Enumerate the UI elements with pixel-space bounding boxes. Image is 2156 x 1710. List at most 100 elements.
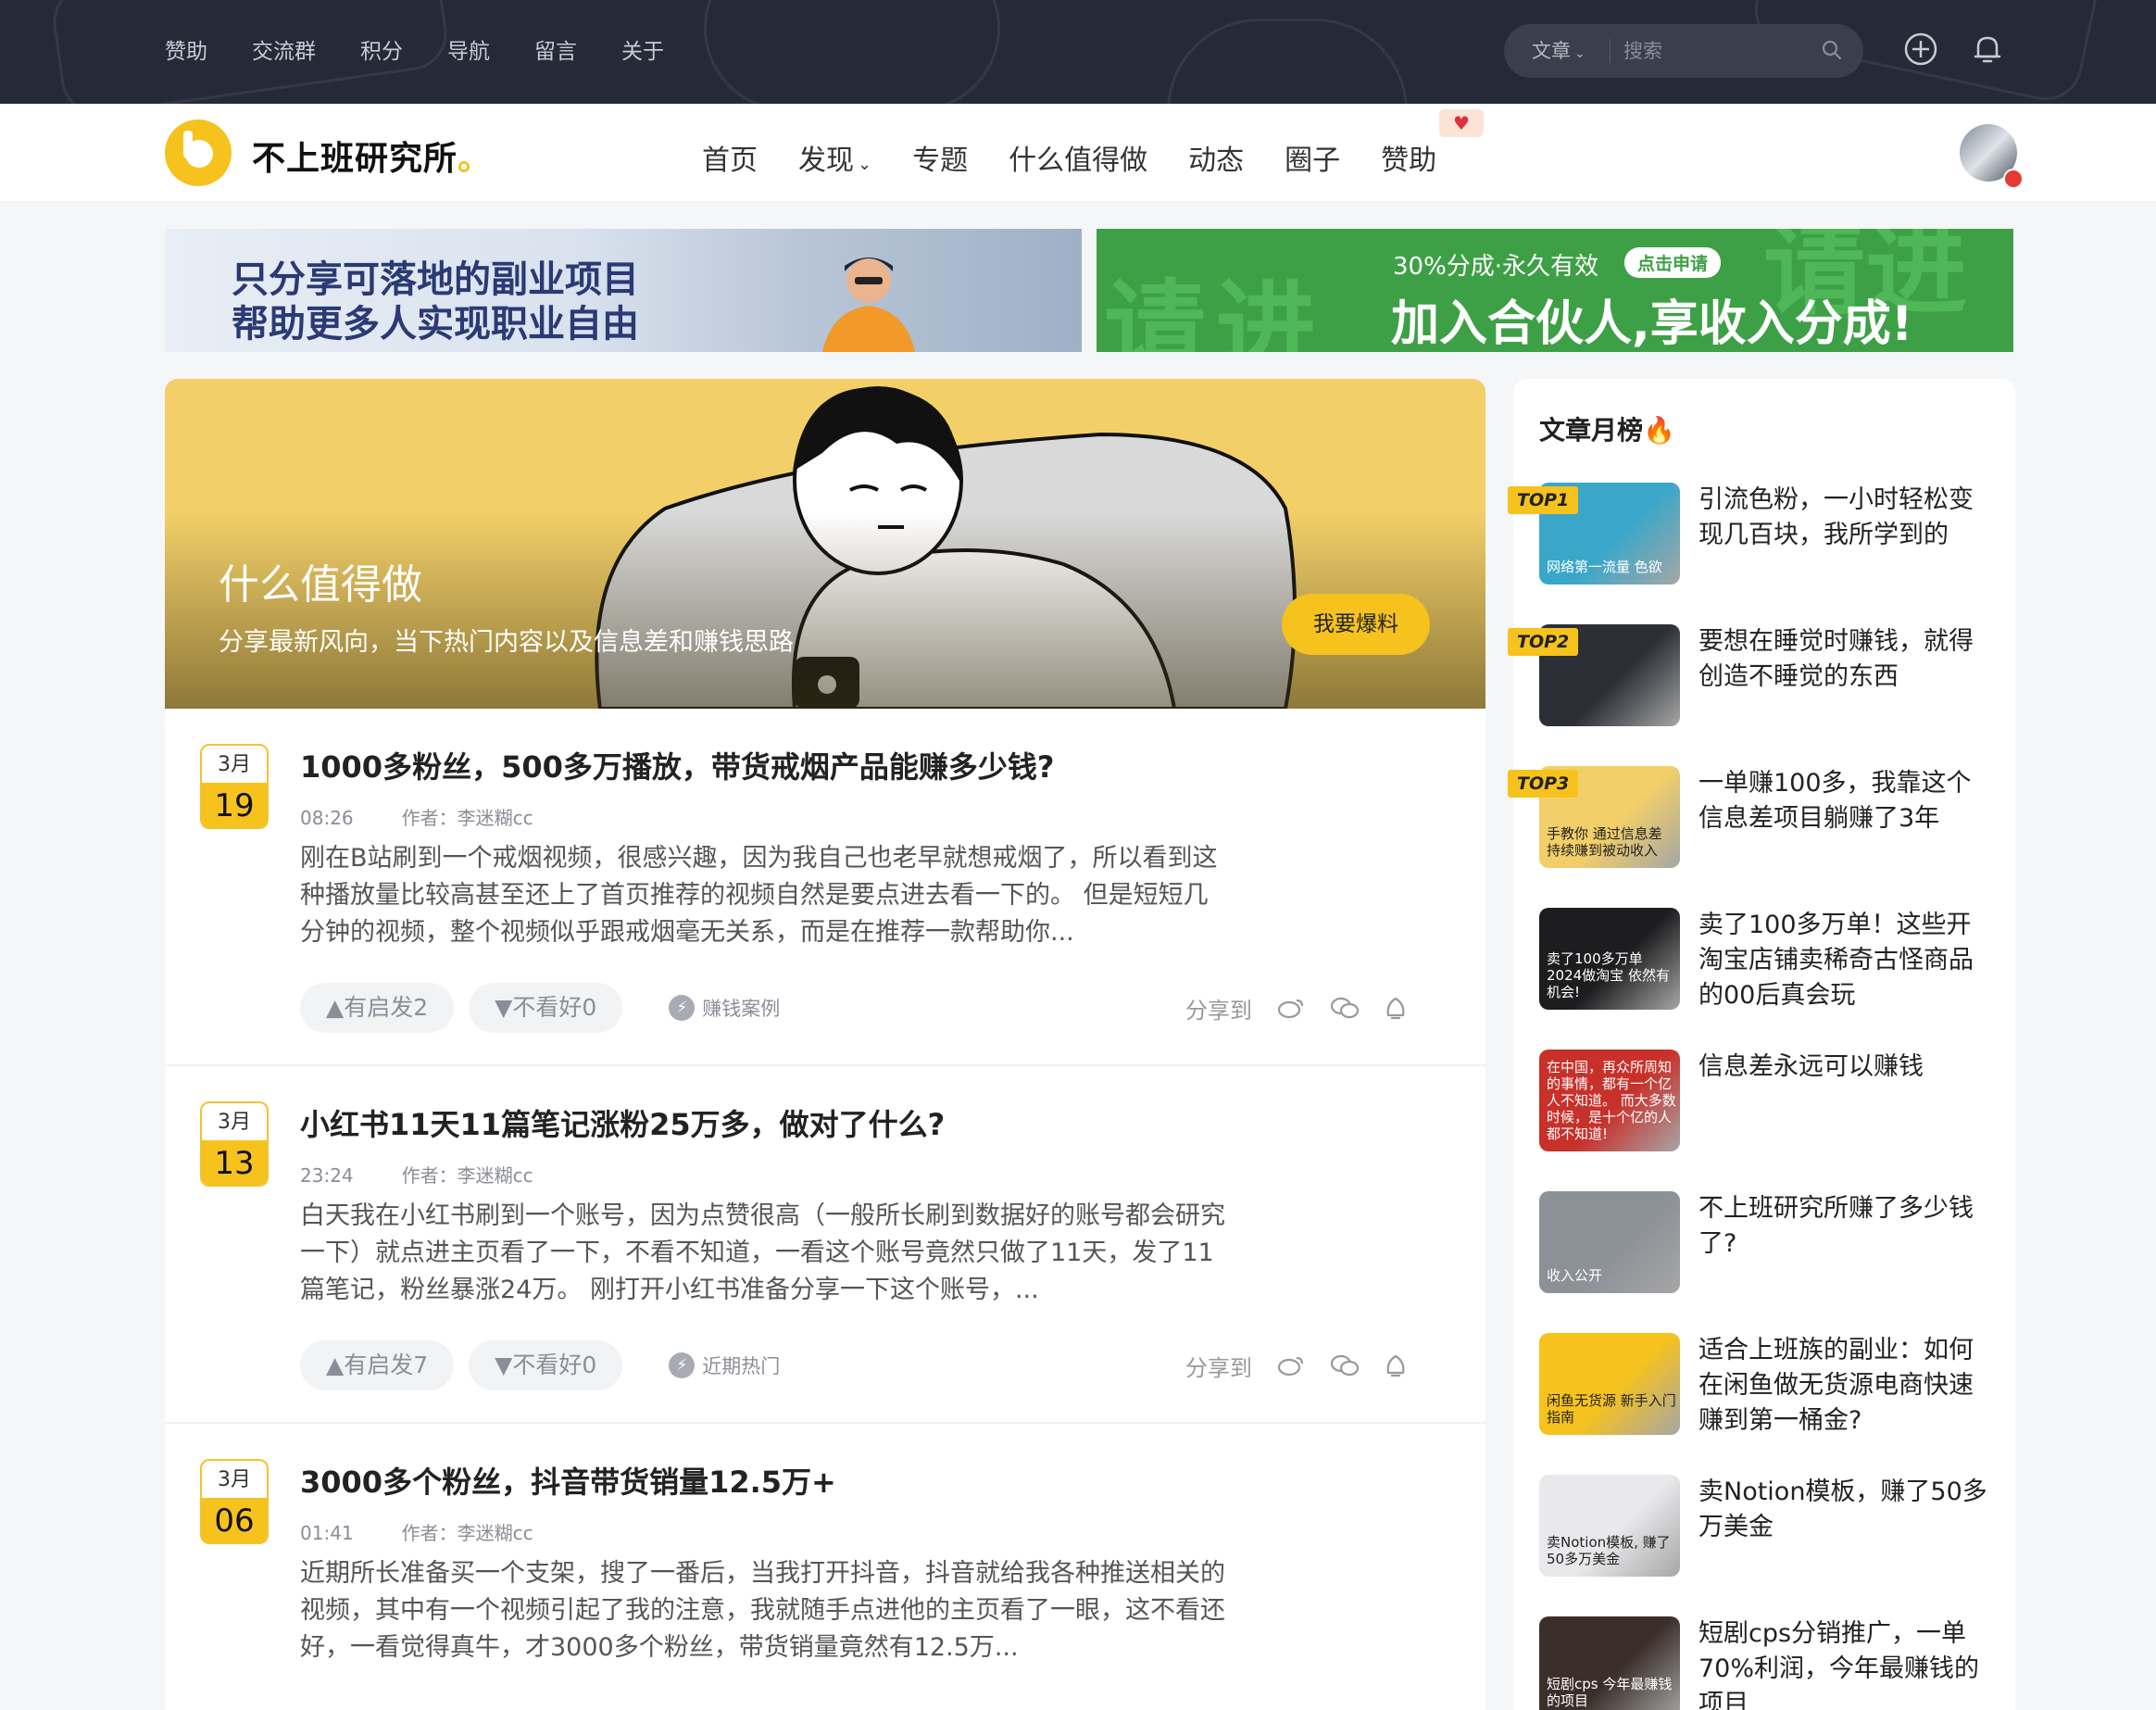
- nav-sponsor[interactable]: 赞助: [1381, 137, 1436, 178]
- search-category-label: 文章: [1532, 40, 1571, 62]
- rank-badge: TOP1: [1508, 486, 1579, 514]
- ranking-item-title[interactable]: 一单赚100多，我靠这个信息差项目躺赚了3年: [1698, 766, 1995, 836]
- decor-shape: [704, 0, 1000, 104]
- add-circle-icon[interactable]: [1902, 31, 1939, 68]
- ranking-thumbnail[interactable]: 短剧cps 今年最赚钱的项目: [1539, 1616, 1680, 1710]
- post-day: 06: [202, 1498, 267, 1542]
- downvote-button[interactable]: ▼不看好0: [469, 983, 623, 1033]
- ranking-item-title[interactable]: 要想在睡觉时赚钱，就得创造不睡觉的东西: [1698, 624, 1995, 695]
- nav-topics[interactable]: 专题: [912, 137, 968, 178]
- upvote-button[interactable]: ▲有启发2: [300, 983, 455, 1033]
- ranking-item[interactable]: 闲鱼无货源 新手入门指南 适合上班族的副业：如何在闲鱼做无货源电商快速赚到第一桶金…: [1539, 1333, 2002, 1435]
- post-time: 08:26: [300, 807, 354, 829]
- submit-tip-button[interactable]: 我要爆料: [1282, 594, 1430, 655]
- main-nav: 首页 发现 ⌄ 专题 什么值得做 动态 圈子 赞助: [702, 137, 1436, 178]
- hero-shade: [165, 379, 1485, 709]
- top-link-sponsor[interactable]: 赞助: [165, 33, 207, 65]
- top-link-message[interactable]: 留言: [534, 33, 577, 65]
- thumbnail-caption: 卖了100多万单 2024做淘宝 依然有机会!: [1547, 950, 1670, 1000]
- top-link-about[interactable]: 关于: [621, 33, 664, 65]
- wechat-icon[interactable]: [1330, 996, 1360, 1020]
- post-tag-label: 赚钱案例: [702, 998, 781, 1020]
- nav-moments[interactable]: 动态: [1188, 137, 1244, 178]
- ranking-item[interactable]: 收入公开 不上班研究所赚了多少钱了?: [1539, 1191, 2002, 1293]
- share-label: 分享到: [1185, 997, 1252, 1024]
- ranking-item[interactable]: 手教你 通过信息差 持续赚到被动收入 TOP3 一单赚100多，我靠这个信息差项目躺…: [1508, 766, 2002, 868]
- ranking-thumbnail[interactable]: 收入公开: [1539, 1191, 1680, 1293]
- weibo-icon[interactable]: [1276, 996, 1306, 1020]
- thumbnail-caption: 网络第一流量 色欲: [1547, 559, 1662, 575]
- ranking-thumbnail[interactable]: 卖Notion模板, 赚了50多万美金: [1539, 1475, 1680, 1577]
- verified-badge-icon: [2003, 169, 2024, 189]
- post-title[interactable]: 小红书11天11篇笔记涨粉25万多，做对了什么?: [300, 1101, 945, 1144]
- ranking-item[interactable]: 卖了100多万单 2024做淘宝 依然有机会! 卖了100多万单！这些开淘宝店铺卖…: [1539, 908, 2002, 1010]
- logo-icon[interactable]: [165, 119, 232, 186]
- nav-home[interactable]: 首页: [702, 137, 758, 178]
- nav-worth-doing[interactable]: 什么值得做: [1009, 137, 1147, 178]
- qq-icon[interactable]: [1384, 995, 1408, 1021]
- ranking-item-title[interactable]: 短剧cps分销推广，一单70%利润，今年最赚钱的项目: [1698, 1616, 1995, 1710]
- nav-circle[interactable]: 圈子: [1285, 137, 1340, 178]
- upvote-button[interactable]: ▲有启发7: [300, 1340, 455, 1390]
- ranking-thumbnail[interactable]: 在中国，再众所周知的事情，都有一个亿人不知道。 而大多数时候，是十个亿的人都不知…: [1539, 1050, 1680, 1151]
- nav-discover[interactable]: 发现 ⌄: [798, 137, 871, 178]
- ranking-item[interactable]: 网络第一流量 色欲 TOP1 引流色粉，一小时轻松变现几百块，我所学到的: [1508, 483, 2002, 585]
- rank-badge: TOP3: [1508, 770, 1579, 798]
- ranking-item-title[interactable]: 不上班研究所赚了多少钱了?: [1698, 1191, 1995, 1262]
- post-time: 23:24: [300, 1164, 354, 1187]
- top-link-points[interactable]: 积分: [360, 33, 403, 65]
- ranking-item-title[interactable]: 卖Notion模板，赚了50多万美金: [1698, 1475, 1995, 1545]
- post-month: 3月: [218, 1468, 251, 1491]
- ranking-item[interactable]: 卖Notion模板, 赚了50多万美金 卖Notion模板，赚了50多万美金: [1539, 1475, 2002, 1577]
- decor-shape: [1167, 19, 1408, 104]
- qq-icon[interactable]: [1384, 1352, 1408, 1378]
- post-item: 3月 06 3000多个粉丝，抖音带货销量12.5万+ 01:41 作者：李迷糊c…: [165, 1424, 1485, 1710]
- post-author[interactable]: 作者：李迷糊cc: [402, 807, 533, 829]
- rank-badge: TOP2: [1508, 628, 1579, 656]
- post-time: 01:41: [300, 1522, 354, 1544]
- search-input[interactable]: [1611, 40, 1796, 62]
- post-date: 3月 19: [200, 744, 269, 829]
- post-author[interactable]: 作者：李迷糊cc: [402, 1522, 533, 1544]
- search-icon[interactable]: [1821, 39, 1843, 61]
- post-tag[interactable]: ⚡ 近期热门: [669, 1352, 780, 1379]
- weibo-icon[interactable]: [1276, 1353, 1306, 1377]
- post-list: 3月 19 1000多粉丝，500多万播放，带货戒烟产品能赚多少钱? 08:26…: [165, 709, 1485, 1710]
- ranking-item-title[interactable]: 引流色粉，一小时轻松变现几百块，我所学到的: [1698, 483, 1995, 553]
- post-title[interactable]: 1000多粉丝，500多万播放，带货戒烟产品能赚多少钱?: [300, 744, 1054, 786]
- downvote-button[interactable]: ▼不看好0: [469, 1340, 623, 1390]
- ranking-item-title[interactable]: 信息差永远可以赚钱: [1698, 1050, 1995, 1085]
- top-link-nav[interactable]: 导航: [447, 33, 490, 65]
- ranking-item-title[interactable]: 卖了100多万单！这些开淘宝店铺卖稀奇古怪商品的00后真会玩: [1698, 908, 1995, 1013]
- banner-side-projects[interactable]: 只分享可落地的副业项目 帮助更多人实现职业自由: [165, 229, 1082, 352]
- post-actions: ▲有启发7 ▼不看好0 ⚡ 近期热门: [300, 1340, 780, 1390]
- ranking-item[interactable]: 在中国，再众所周知的事情，都有一个亿人不知道。 而大多数时候，是十个亿的人都不知…: [1539, 1050, 2002, 1151]
- post-meta: 23:24 作者：李迷糊cc: [300, 1161, 533, 1188]
- chevron-down-icon: ⌄: [1574, 46, 1586, 61]
- post-date: 3月 06: [200, 1459, 269, 1544]
- ranking-item-title[interactable]: 适合上班族的副业：如何在闲鱼做无货源电商快速赚到第一桶金?: [1698, 1333, 1995, 1439]
- ranking-item[interactable]: TOP2 要想在睡觉时赚钱，就得创造不睡觉的东西: [1508, 624, 2002, 726]
- post-author[interactable]: 作者：李迷糊cc: [402, 1164, 533, 1187]
- top-bar: 赞助 交流群 积分 导航 留言 关于 文章 ⌄: [0, 0, 2156, 104]
- ranking-thumbnail[interactable]: 闲鱼无货源 新手入门指南: [1539, 1333, 1680, 1435]
- top-links: 赞助 交流群 积分 导航 留言 关于: [165, 33, 664, 65]
- site-brand[interactable]: 不上班研究所。: [252, 132, 492, 180]
- top-link-group[interactable]: 交流群: [252, 33, 316, 65]
- post-month: 3月: [218, 753, 251, 776]
- post-title[interactable]: 3000多个粉丝，抖音带货销量12.5万+: [300, 1459, 836, 1502]
- banner-sub: 30%分成·永久有效: [1393, 253, 1599, 281]
- ranking-thumbnail[interactable]: 卖了100多万单 2024做淘宝 依然有机会!: [1539, 908, 1680, 1010]
- ranking-item[interactable]: 短剧cps 今年最赚钱的项目 短剧cps分销推广，一单70%利润，今年最赚钱的项目: [1539, 1616, 2002, 1710]
- search-category-select[interactable]: 文章 ⌄: [1504, 39, 1611, 63]
- post-tag[interactable]: ⚡ 赚钱案例: [669, 994, 780, 1022]
- share-bar: 分享到: [1185, 1340, 1408, 1390]
- fire-icon: 🔥: [1643, 415, 1675, 446]
- bell-icon[interactable]: [1969, 31, 2006, 68]
- hero-title: 什么值得做: [219, 561, 422, 609]
- thumbnail-caption: 收入公开: [1547, 1267, 1603, 1284]
- apply-pill[interactable]: 点击申请: [1624, 247, 1722, 278]
- banner-partner[interactable]: 请进 请进 30%分成·永久有效 点击申请 加入合伙人,享收入分成!: [1097, 229, 2013, 352]
- thumbnail-caption: 短剧cps 今年最赚钱的项目: [1547, 1676, 1673, 1709]
- wechat-icon[interactable]: [1330, 1353, 1360, 1377]
